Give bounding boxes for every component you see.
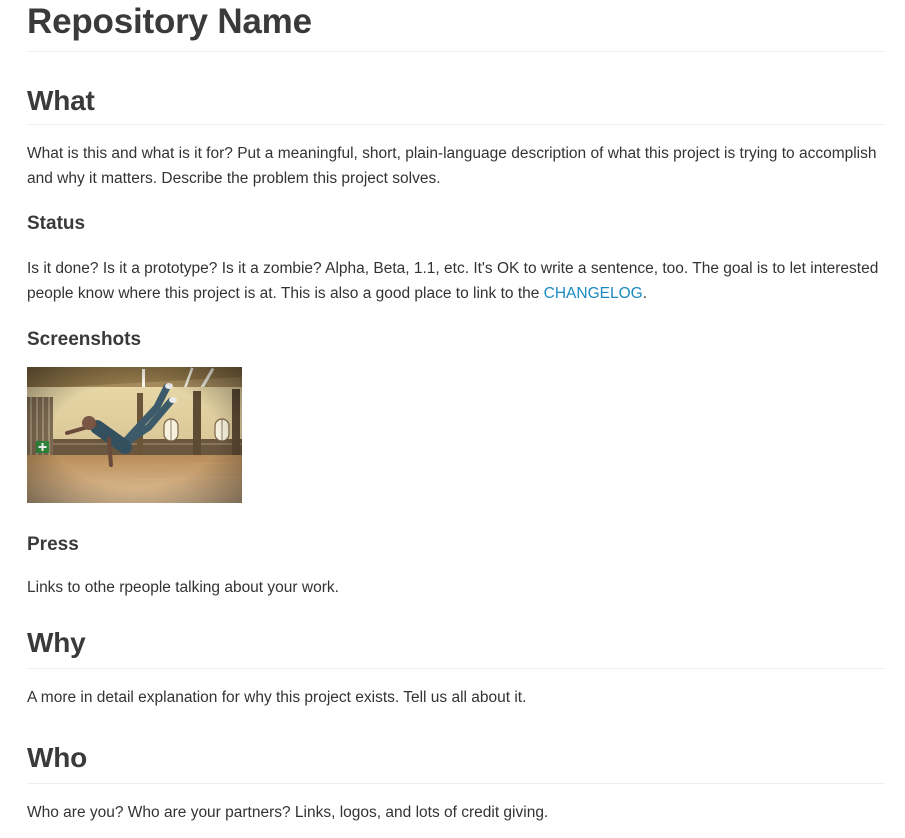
why-description: A more in detail explanation for why thi…: [27, 689, 527, 706]
who-description: Who are you? Who are your partners? Link…: [27, 804, 549, 821]
what-divider: [27, 124, 885, 125]
press-heading: Press: [27, 534, 79, 555]
what-heading: What: [27, 85, 95, 116]
what-description: What is this and what is it for? Put a m…: [27, 145, 877, 187]
who-divider: [27, 783, 885, 784]
press-description: Links to othe rpeople talking about your…: [27, 579, 339, 596]
status-text-end: .: [642, 285, 648, 302]
status-heading: Status: [27, 213, 86, 234]
page-title: Repository Name: [27, 2, 312, 41]
why-heading: Why: [27, 627, 86, 658]
readme-content: Repository Name What What is this and wh…: [27, 0, 885, 825]
screenshots-heading: Screenshots: [27, 329, 142, 350]
who-heading: Who: [27, 742, 88, 773]
title-divider: [27, 51, 885, 52]
status-text: Is it done? Is it a prototype? Is it a z…: [27, 260, 879, 302]
why-divider: [27, 668, 885, 669]
breakdancer-photo: [27, 367, 242, 503]
screenshot-image: [27, 367, 242, 503]
status-description: Is it done? Is it a prototype? Is it a z…: [27, 256, 885, 306]
changelog-link[interactable]: CHANGELOG: [544, 285, 643, 302]
